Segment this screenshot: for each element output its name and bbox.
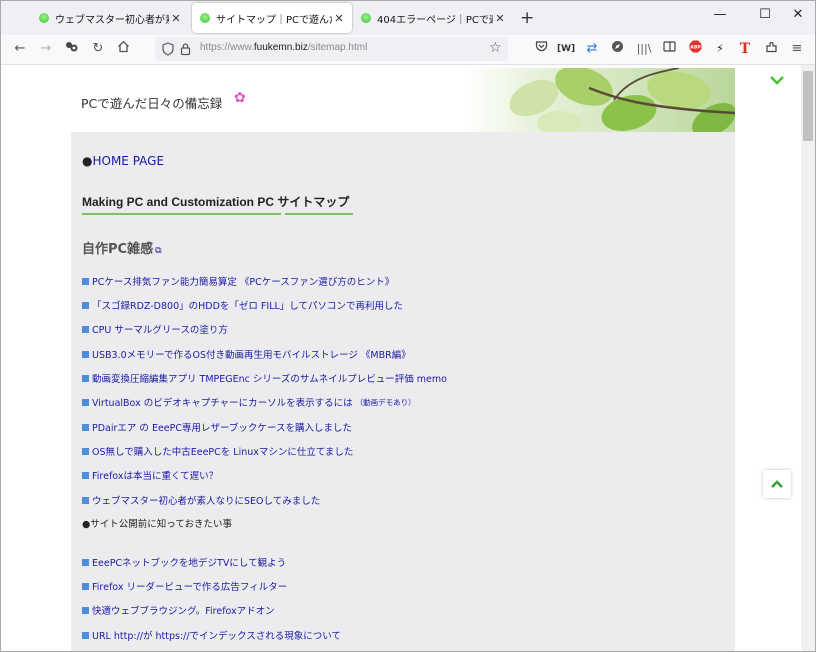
bookmark-star-icon[interactable]: ☆ <box>489 40 502 56</box>
list-item[interactable]: 「スゴ録RDZ-D800」のHDDを「ゼロ FILL」してパソコンで再利用した <box>82 298 403 312</box>
scrollbar-thumb[interactable] <box>803 71 813 141</box>
tab-seo[interactable]: ウェブマスター初心者が素人なりにSE ✕ <box>31 3 189 33</box>
lock-icon[interactable] <box>180 41 191 60</box>
home-icon[interactable] <box>114 40 132 59</box>
list-item[interactable]: 動画変換圧縮編集アプリ TMPEGEnc シリーズのサムネイルプレビュー評価 m… <box>82 371 447 385</box>
list-item[interactable]: ウェブマスター初心者が素人なりにSEOしてみました <box>82 493 320 507</box>
tracking-shield-icon[interactable] <box>162 41 174 60</box>
list-item[interactable]: Firefox リーダービューで作る広告フィルター <box>82 579 287 593</box>
tab-sitemap[interactable]: サイトマップ｜PCで遊んだ日々の備 ✕ <box>192 3 352 33</box>
sitemap-heading: Making PC and Customization PC サイトマップ <box>82 195 350 209</box>
tab-title: サイトマップ｜PCで遊んだ日々の備 <box>216 14 332 26</box>
bullet-item: ●サイト公開前に知っておきたい事 <box>82 519 233 530</box>
minimize-button[interactable]: — <box>705 7 735 22</box>
list-item[interactable]: EeePCネットブックを地デジTVにして観よう <box>82 555 286 569</box>
site-favicon-icon <box>200 13 210 23</box>
square-bullet-icon <box>82 558 89 566</box>
chevron-down-icon[interactable] <box>769 73 785 89</box>
leaf-banner-image <box>464 68 735 132</box>
page-scrollbar[interactable] <box>801 65 815 651</box>
square-bullet-icon <box>82 606 89 614</box>
home-link[interactable]: ●HOME PAGE <box>82 154 164 168</box>
address-bar[interactable]: https://www.fuukemn.biz/sitemap.html ☆ <box>155 37 508 61</box>
wikipedia-ext-icon[interactable]: [W] <box>557 40 575 58</box>
tab-close-icon[interactable]: ✕ <box>169 12 183 25</box>
browser-window: ウェブマスター初心者が素人なりにSE ✕ サイトマップ｜PCで遊んだ日々の備 ✕… <box>0 0 816 652</box>
list-item[interactable]: USB3.0メモリーで作るOS付き動画再生用モバイルストレージ 《MBR編》 <box>82 347 411 361</box>
close-window-button[interactable]: ✕ <box>783 7 813 22</box>
library-icon[interactable]: |||\ <box>635 40 653 58</box>
compass-ext-icon[interactable] <box>608 40 626 59</box>
scroll-to-top-button[interactable] <box>763 470 791 498</box>
list-item[interactable]: PDairエア の EeePC専用レザーブックケースを購入しました <box>82 420 352 434</box>
extensions-paw-icon[interactable] <box>63 40 81 60</box>
text-t-ext-icon[interactable]: T <box>736 40 754 58</box>
square-bullet-icon <box>82 374 89 382</box>
extensions-icon[interactable] <box>762 40 780 59</box>
square-bullet-icon <box>82 423 89 431</box>
heading-underline <box>82 213 281 215</box>
tab-title: 404エラーページ｜PCで遊んだ日々の <box>377 14 493 26</box>
square-bullet-icon <box>82 277 89 285</box>
tab-close-icon[interactable]: ✕ <box>493 12 507 25</box>
square-bullet-icon <box>82 350 89 358</box>
translate-ext-icon[interactable]: ⇄ <box>583 40 601 58</box>
lightning-ext-icon[interactable]: ⚡ <box>711 40 729 58</box>
main-content: ●HOME PAGE Making PC and Customization P… <box>71 132 735 651</box>
back-icon[interactable]: ← <box>11 40 29 58</box>
heading-underline <box>285 213 353 215</box>
flower-icon: ✿ <box>234 90 246 106</box>
tab-title: ウェブマスター初心者が素人なりにSE <box>55 14 169 26</box>
tab-404[interactable]: 404エラーページ｜PCで遊んだ日々の ✕ <box>353 3 513 33</box>
square-bullet-icon <box>82 301 89 309</box>
adblock-plus-icon[interactable]: ABP <box>686 40 704 59</box>
square-bullet-icon <box>82 398 89 406</box>
list-item[interactable]: VirtualBox のビデオキャプチャーにカーソルを表示するには （動画デモあり… <box>82 395 416 409</box>
list-item[interactable]: CPU サーマルグリースの塗り方 <box>82 322 228 336</box>
square-bullet-icon <box>82 496 89 504</box>
tab-close-icon[interactable]: ✕ <box>332 12 346 25</box>
maximize-button[interactable]: ☐ <box>750 7 780 22</box>
web-page: PCで遊んだ日々の備忘録 ✿ ●HOME PAGE Making PC and … <box>1 65 801 651</box>
square-bullet-icon <box>82 471 89 479</box>
svg-text:ABP: ABP <box>690 45 701 51</box>
reload-icon[interactable]: ↻ <box>89 40 107 58</box>
site-title[interactable]: PCで遊んだ日々の備忘録 <box>81 93 222 112</box>
site-favicon-icon <box>361 13 371 23</box>
url-text: https://www.fuukemn.biz/sitemap.html <box>200 42 368 53</box>
section-title[interactable]: 自作PC雑感 ⧉ <box>82 238 162 257</box>
sidebar-icon[interactable] <box>660 40 678 58</box>
navigation-toolbar: ← → ↻ https://www.fuukemn.biz/sitemap.ht… <box>1 35 815 65</box>
list-item[interactable]: 快適ウェブブラウジング。Firefoxアドオン <box>82 603 275 617</box>
square-bullet-icon <box>82 631 89 639</box>
square-bullet-icon <box>82 325 89 333</box>
pocket-icon[interactable] <box>532 40 550 58</box>
external-link-icon: ⧉ <box>155 246 162 256</box>
list-item[interactable]: Firefoxは本当に重くて遅い？ <box>82 468 218 482</box>
square-bullet-icon <box>82 447 89 455</box>
list-item[interactable]: OS無しで購入した中古EeePCを Linuxマシンに仕立てました <box>82 444 353 458</box>
menu-hamburger-icon[interactable]: ≡ <box>788 40 806 58</box>
list-item[interactable]: URL http://が https://でインデックスされる現象について <box>82 628 341 642</box>
tab-bar: ウェブマスター初心者が素人なりにSE ✕ サイトマップ｜PCで遊んだ日々の備 ✕… <box>1 1 815 35</box>
forward-icon[interactable]: → <box>37 40 55 58</box>
site-favicon-icon <box>39 13 49 23</box>
list-item[interactable]: PCケース排気ファン能力簡易算定 《PCケースファン選び方のヒント》 <box>82 274 394 288</box>
new-tab-button[interactable]: + <box>520 8 534 28</box>
square-bullet-icon <box>82 582 89 590</box>
